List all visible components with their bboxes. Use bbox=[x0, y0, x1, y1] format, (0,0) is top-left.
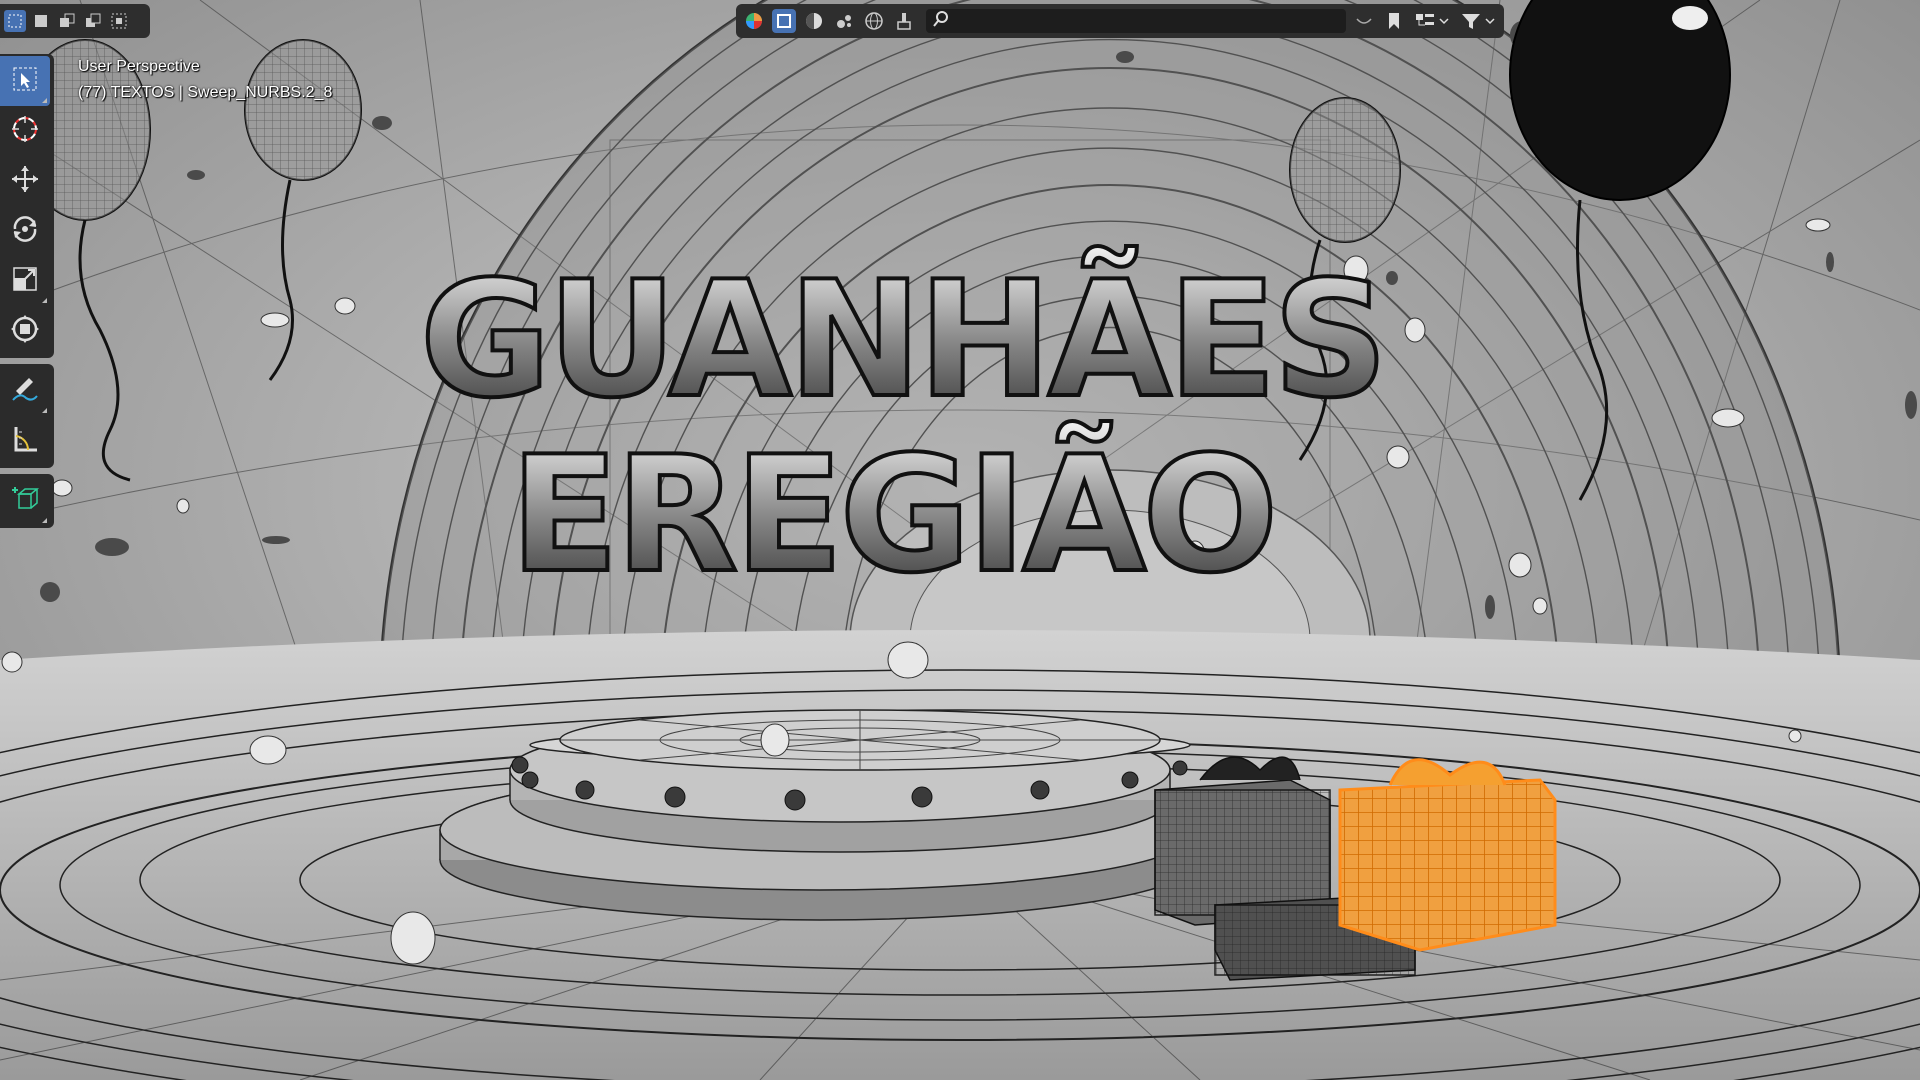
add-cube-icon bbox=[10, 484, 40, 518]
search-input[interactable] bbox=[950, 12, 1346, 30]
3d-cursor-icon bbox=[10, 114, 40, 148]
display-mode-icon[interactable] bbox=[1412, 9, 1452, 33]
cursor-arrow-icon bbox=[12, 66, 38, 96]
world-icon[interactable] bbox=[862, 9, 886, 33]
3d-viewport[interactable]: GUANHÃES EREGIÃO bbox=[0, 0, 1920, 1080]
scene-title-line1: GUANHÃES bbox=[420, 246, 1384, 433]
rotate-icon bbox=[10, 214, 40, 248]
color-wheel-icon[interactable] bbox=[742, 9, 766, 33]
search-icon bbox=[932, 10, 950, 32]
transform-icon bbox=[10, 314, 40, 348]
mode-subtract-icon[interactable] bbox=[82, 10, 104, 32]
viewport-header-toolbar bbox=[736, 4, 1504, 38]
move-tool[interactable] bbox=[0, 156, 50, 206]
transform-tool-group bbox=[0, 54, 54, 358]
object-info-label: (77) TEXTOS | Sweep_NURBS.2_8 bbox=[78, 84, 333, 101]
add-tool-group bbox=[0, 474, 54, 528]
annotate-tool-group bbox=[0, 364, 54, 468]
add-cube-tool[interactable] bbox=[0, 476, 50, 526]
brush-icon[interactable] bbox=[892, 9, 916, 33]
select-tool[interactable] bbox=[0, 56, 50, 106]
measure-tool[interactable] bbox=[0, 416, 50, 466]
mode-intersect-icon[interactable] bbox=[108, 10, 130, 32]
restrict-toggle-icon[interactable] bbox=[1352, 9, 1376, 33]
mode-new-icon[interactable] bbox=[30, 10, 52, 32]
material-sphere-icon[interactable] bbox=[802, 9, 826, 33]
search-field[interactable] bbox=[926, 9, 1346, 33]
object-icon[interactable] bbox=[772, 9, 796, 33]
filter-icon[interactable] bbox=[1458, 9, 1498, 33]
mode-extend-icon[interactable] bbox=[56, 10, 78, 32]
transform-tool[interactable] bbox=[0, 306, 50, 356]
annotate-tool[interactable] bbox=[0, 366, 50, 416]
select-box-icon[interactable] bbox=[4, 10, 26, 32]
tool-shelf bbox=[0, 54, 54, 534]
particles-icon[interactable] bbox=[832, 9, 856, 33]
viewport-scene: GUANHÃES EREGIÃO bbox=[0, 0, 1920, 1080]
viewport-overlay-info: User Perspective (77) TEXTOS | Sweep_NUR… bbox=[78, 54, 332, 106]
rotate-tool[interactable] bbox=[0, 206, 50, 256]
scene-title-line2: EREGIÃO bbox=[510, 421, 1275, 608]
cursor-tool[interactable] bbox=[0, 106, 50, 156]
scale-icon bbox=[10, 264, 40, 298]
move-arrows-icon bbox=[10, 164, 40, 198]
bookmark-icon[interactable] bbox=[1382, 9, 1406, 33]
annotate-pen-icon bbox=[10, 374, 40, 408]
select-mode-bar bbox=[0, 4, 150, 38]
scale-tool[interactable] bbox=[0, 256, 50, 306]
view-name-label: User Perspective bbox=[78, 58, 200, 75]
measure-ruler-icon bbox=[10, 424, 40, 458]
